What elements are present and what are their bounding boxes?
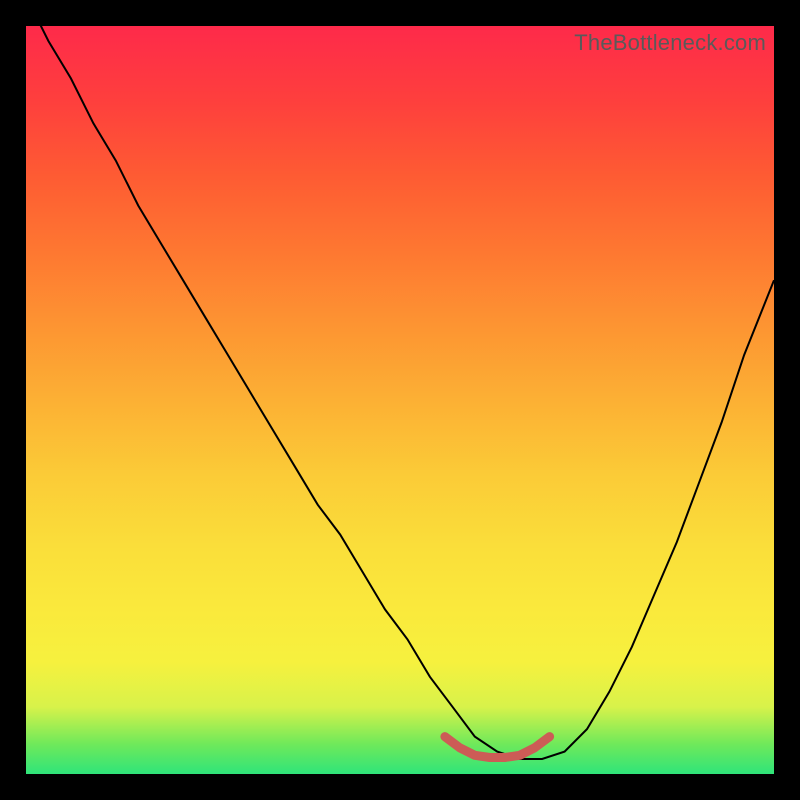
- optimal-range-marker: [445, 737, 550, 758]
- curve-path: [26, 0, 774, 759]
- bottleneck-curve: [26, 26, 774, 774]
- plot-area: TheBottleneck.com: [26, 26, 774, 774]
- watermark-text: TheBottleneck.com: [574, 30, 766, 56]
- chart-frame: TheBottleneck.com: [0, 0, 800, 800]
